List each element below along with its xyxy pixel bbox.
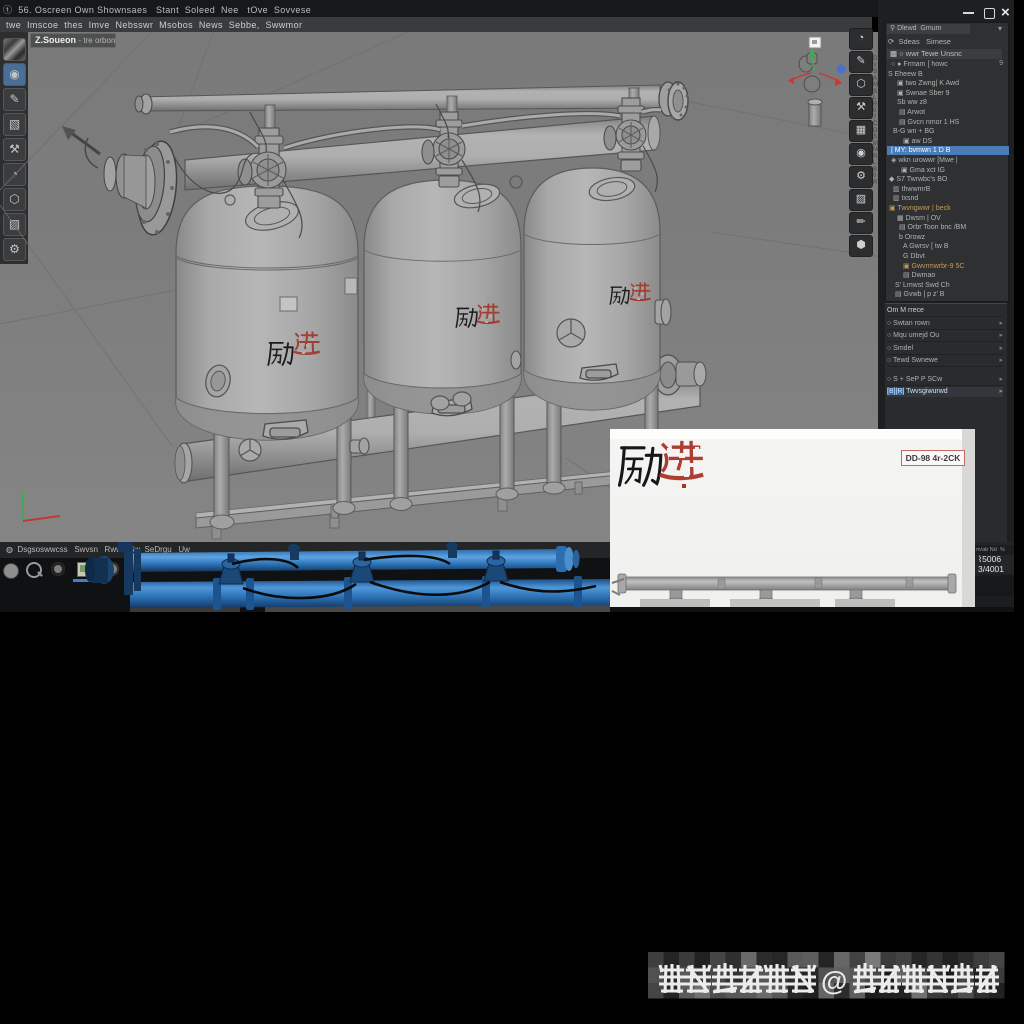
svg-text:@: @ <box>821 966 847 996</box>
